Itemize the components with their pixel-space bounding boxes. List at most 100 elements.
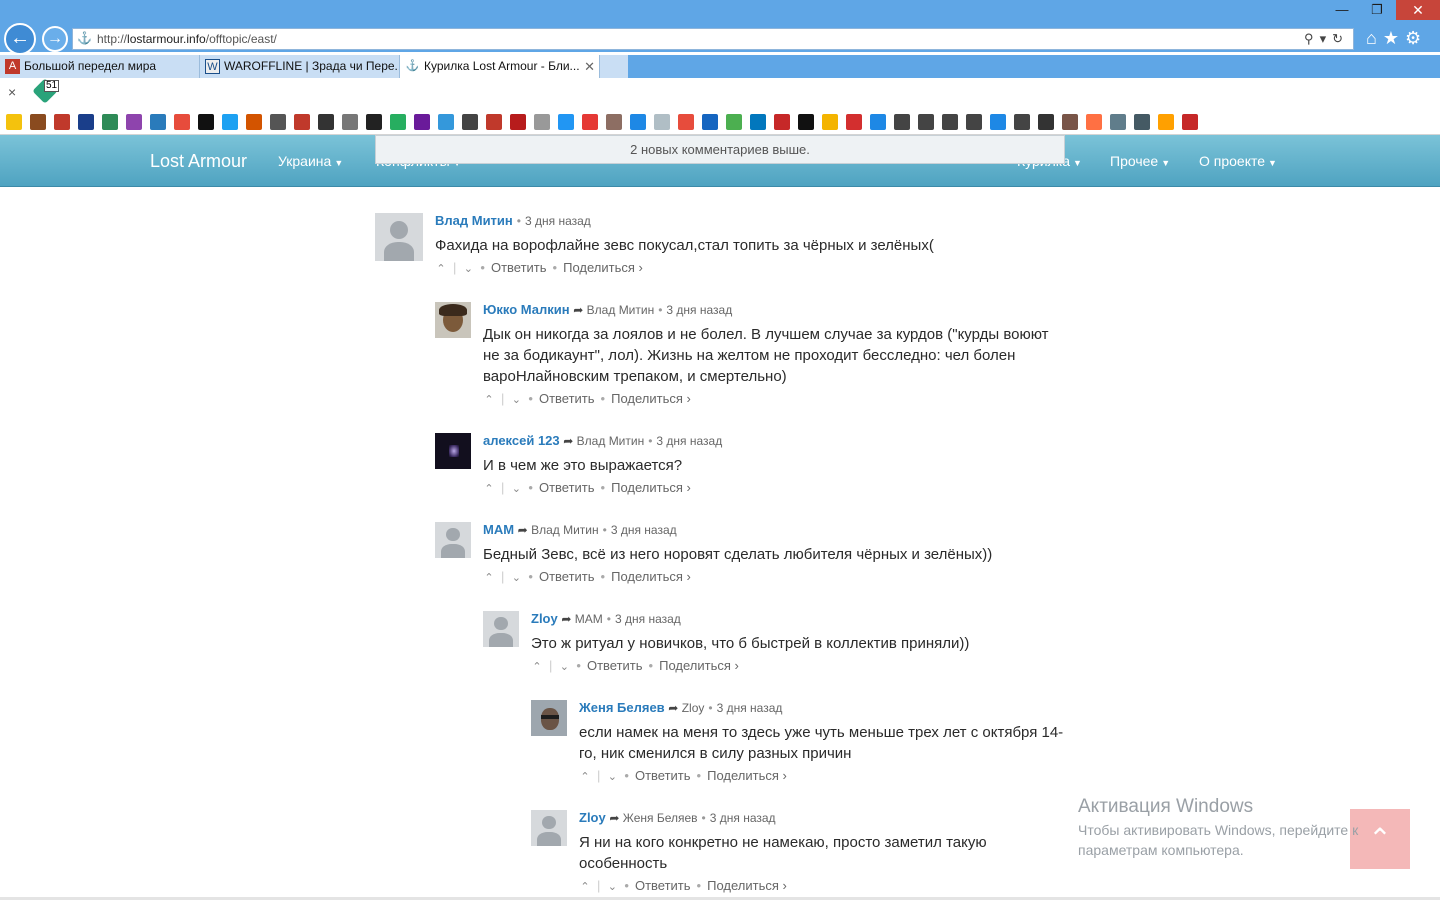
- comment-time[interactable]: 3 дня назад: [666, 303, 732, 317]
- downvote-icon[interactable]: ⌄: [462, 262, 474, 275]
- nav-about[interactable]: О проекте ▼: [1199, 153, 1277, 169]
- favorite-link-icon[interactable]: [126, 114, 142, 130]
- favorite-link-icon[interactable]: [174, 114, 190, 130]
- favorite-link-icon[interactable]: [774, 114, 790, 130]
- new-tab-button[interactable]: [600, 55, 628, 78]
- favorite-link-icon[interactable]: [702, 114, 718, 130]
- nav-other[interactable]: Прочее ▼: [1110, 153, 1170, 169]
- share-link[interactable]: Поделиться ›: [659, 658, 739, 673]
- downvote-icon[interactable]: ⌄: [510, 393, 522, 406]
- share-link[interactable]: Поделиться ›: [563, 260, 643, 275]
- site-brand[interactable]: Lost Armour: [150, 151, 247, 172]
- share-link[interactable]: Поделиться ›: [707, 878, 787, 893]
- comment-author[interactable]: Женя Беляев: [579, 700, 665, 715]
- favorite-link-icon[interactable]: [678, 114, 694, 130]
- favorite-link-icon[interactable]: [438, 114, 454, 130]
- close-tab-icon[interactable]: ✕: [584, 55, 595, 78]
- favorite-link-icon[interactable]: [342, 114, 358, 130]
- favorite-link-icon[interactable]: [6, 114, 22, 130]
- tab-2[interactable]: W WAROFFLINE | Зрада чи Пере...: [200, 55, 400, 78]
- favorite-link-icon[interactable]: [654, 114, 670, 130]
- favorite-link-icon[interactable]: [1086, 114, 1102, 130]
- favorite-link-icon[interactable]: [558, 114, 574, 130]
- favorite-link-icon[interactable]: [222, 114, 238, 130]
- favorite-link-icon[interactable]: [870, 114, 886, 130]
- comment-author[interactable]: Zloy: [579, 810, 606, 825]
- share-link[interactable]: Поделиться ›: [611, 480, 691, 495]
- downvote-icon[interactable]: ⌄: [510, 571, 522, 584]
- favorite-link-icon[interactable]: [846, 114, 862, 130]
- comment-time[interactable]: 3 дня назад: [525, 214, 591, 228]
- favorite-link-icon[interactable]: [390, 114, 406, 130]
- upvote-icon[interactable]: ⌃: [579, 770, 591, 783]
- favorite-link-icon[interactable]: [318, 114, 334, 130]
- favorite-link-icon[interactable]: [822, 114, 838, 130]
- minimize-button[interactable]: —: [1327, 0, 1357, 20]
- downvote-icon[interactable]: ⌄: [606, 880, 618, 893]
- favorite-link-icon[interactable]: [462, 114, 478, 130]
- tab-3-active[interactable]: ⚓ Курилка Lost Armour - Бли... ✕: [400, 55, 600, 78]
- avatar[interactable]: [483, 611, 519, 647]
- reply-to[interactable]: ➦ Влад Митин: [518, 523, 599, 537]
- favorite-link-icon[interactable]: [990, 114, 1006, 130]
- reply-link[interactable]: Ответить: [539, 480, 595, 495]
- close-bar-icon[interactable]: ×: [8, 84, 16, 100]
- downvote-icon[interactable]: ⌄: [606, 770, 618, 783]
- reply-to[interactable]: ➦ Влад Митин: [563, 434, 644, 448]
- favorite-link-icon[interactable]: [1182, 114, 1198, 130]
- downvote-icon[interactable]: ⌄: [510, 482, 522, 495]
- comment-time[interactable]: 3 дня назад: [710, 811, 776, 825]
- favorite-link-icon[interactable]: [102, 114, 118, 130]
- favorite-link-icon[interactable]: [534, 114, 550, 130]
- nav-ukraine[interactable]: Украина ▼: [278, 153, 343, 169]
- favorite-link-icon[interactable]: [150, 114, 166, 130]
- back-button[interactable]: ←: [4, 23, 36, 55]
- upvote-icon[interactable]: ⌃: [435, 262, 447, 275]
- favorite-link-icon[interactable]: [246, 114, 262, 130]
- comment-author[interactable]: алексей 123: [483, 433, 560, 448]
- upvote-icon[interactable]: ⌃: [483, 482, 495, 495]
- favorite-link-icon[interactable]: [54, 114, 70, 130]
- upvote-icon[interactable]: ⌃: [483, 393, 495, 406]
- favorite-link-icon[interactable]: [366, 114, 382, 130]
- avatar[interactable]: [435, 433, 471, 469]
- favorite-link-icon[interactable]: [798, 114, 814, 130]
- favorite-link-icon[interactable]: [78, 114, 94, 130]
- tab-1[interactable]: A Большой передел мира: [0, 55, 200, 78]
- reply-link[interactable]: Ответить: [539, 391, 595, 406]
- favorite-link-icon[interactable]: [918, 114, 934, 130]
- upvote-icon[interactable]: ⌃: [531, 660, 543, 673]
- favorite-link-icon[interactable]: [1014, 114, 1030, 130]
- avatar[interactable]: [435, 302, 471, 338]
- favorite-link-icon[interactable]: [198, 114, 214, 130]
- comment-author[interactable]: Влад Митин: [435, 213, 513, 228]
- settings-gear-icon[interactable]: ⚙: [1405, 28, 1427, 48]
- comment-time[interactable]: 3 дня назад: [656, 434, 722, 448]
- reply-to[interactable]: ➦ МАМ: [561, 612, 602, 626]
- home-icon[interactable]: ⌂: [1366, 28, 1383, 48]
- favorite-link-icon[interactable]: [894, 114, 910, 130]
- favorite-link-icon[interactable]: [1158, 114, 1174, 130]
- favorite-link-icon[interactable]: [1110, 114, 1126, 130]
- new-comments-notice[interactable]: 2 новых комментариев выше.: [375, 135, 1065, 164]
- share-link[interactable]: Поделиться ›: [611, 569, 691, 584]
- favorite-link-icon[interactable]: [630, 114, 646, 130]
- avatar[interactable]: [531, 810, 567, 846]
- favorite-link-icon[interactable]: [414, 114, 430, 130]
- favorite-link-icon[interactable]: [726, 114, 742, 130]
- favorite-link-icon[interactable]: [30, 114, 46, 130]
- favorites-star-icon[interactable]: ★: [1383, 28, 1405, 48]
- downvote-icon[interactable]: ⌄: [558, 660, 570, 673]
- avatar[interactable]: [375, 213, 423, 261]
- comment-author[interactable]: Юкко Малкин: [483, 302, 570, 317]
- favorite-link-icon[interactable]: [606, 114, 622, 130]
- favorite-link-icon[interactable]: [486, 114, 502, 130]
- reply-link[interactable]: Ответить: [539, 569, 595, 584]
- close-window-button[interactable]: ✕: [1396, 0, 1440, 20]
- avatar[interactable]: [531, 700, 567, 736]
- url-text[interactable]: http://lostarmour.info/offtopic/east/: [97, 32, 277, 46]
- reply-to[interactable]: ➦ Zloy: [668, 701, 704, 715]
- favorite-link-icon[interactable]: [1038, 114, 1054, 130]
- favorite-link-icon[interactable]: [966, 114, 982, 130]
- reply-link[interactable]: Ответить: [635, 768, 691, 783]
